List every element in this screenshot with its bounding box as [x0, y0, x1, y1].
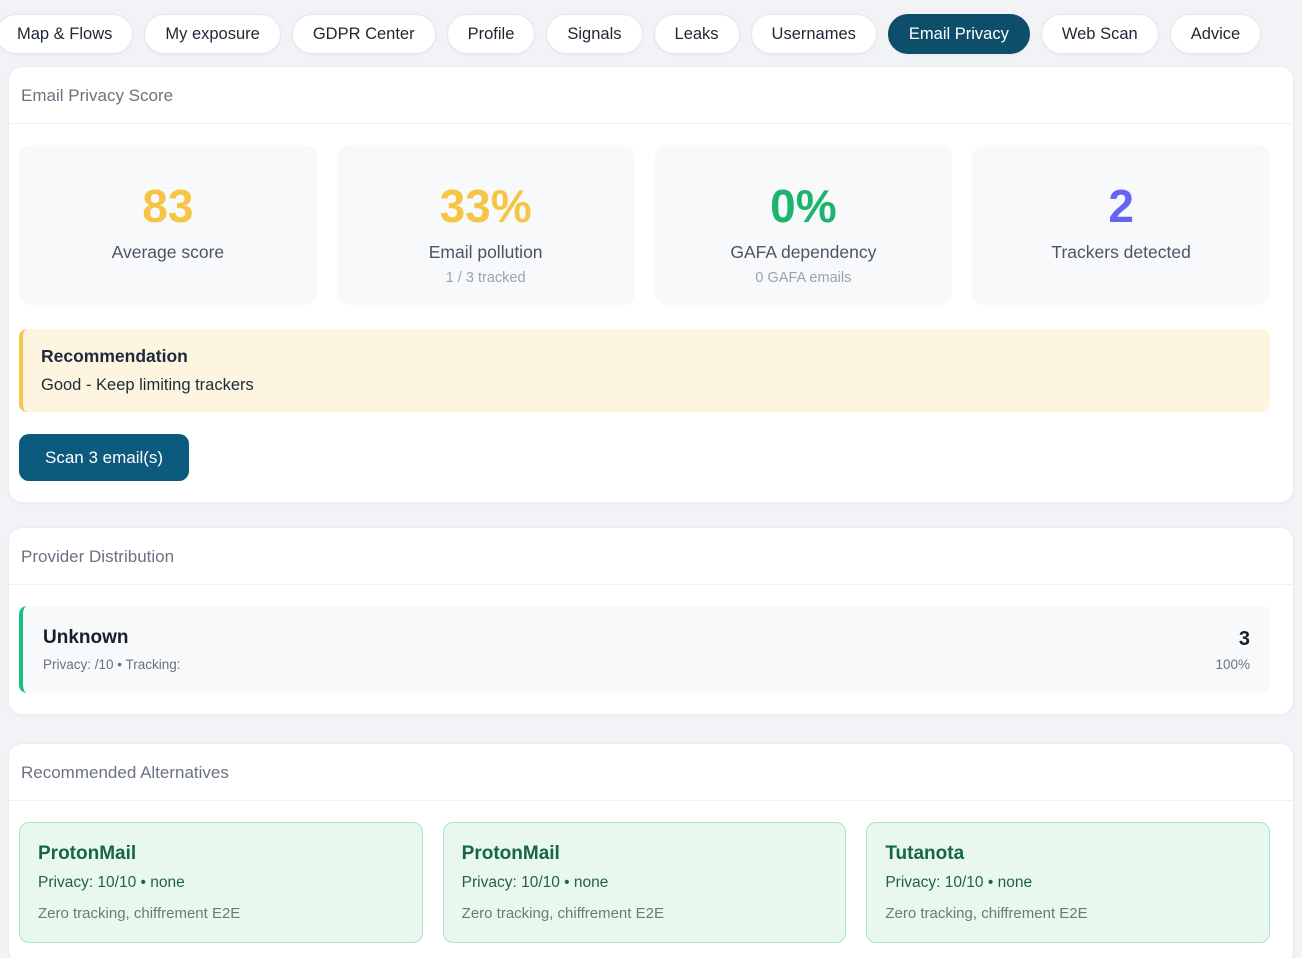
- recommendation-text: Good - Keep limiting trackers: [41, 376, 1252, 395]
- gafa-dependency-value: 0%: [655, 183, 953, 229]
- provider-details: Privacy: /10 • Tracking:: [43, 657, 181, 672]
- tab-bar: Map & Flows My exposure GDPR Center Prof…: [0, 0, 1302, 54]
- provider-row-left: Unknown Privacy: /10 • Tracking:: [43, 627, 181, 672]
- email-privacy-score-title: Email Privacy Score: [9, 67, 1293, 124]
- stat-card-gafa-dependency: 0% GAFA dependency 0 GAFA emails: [655, 145, 953, 305]
- trackers-detected-value: 2: [972, 183, 1270, 229]
- alternative-privacy: Privacy: 10/10 • none: [462, 874, 828, 892]
- provider-row-unknown: Unknown Privacy: /10 • Tracking: 3 100%: [19, 606, 1270, 693]
- email-privacy-score-card: Email Privacy Score 83 Average score 33%…: [8, 66, 1294, 503]
- alternative-card-protonmail-2: ProtonMail Privacy: 10/10 • none Zero tr…: [443, 822, 847, 943]
- average-score-value: 83: [19, 183, 317, 229]
- gafa-dependency-sub: 0 GAFA emails: [655, 270, 953, 286]
- recommended-alternatives-body: ProtonMail Privacy: 10/10 • none Zero tr…: [9, 801, 1293, 958]
- trackers-detected-label: Trackers detected: [972, 242, 1270, 263]
- alternative-privacy: Privacy: 10/10 • none: [885, 874, 1251, 892]
- tab-advice[interactable]: Advice: [1170, 14, 1262, 54]
- average-score-label: Average score: [19, 242, 317, 263]
- email-privacy-score-body: 83 Average score 33% Email pollution 1 /…: [9, 124, 1293, 502]
- email-pollution-label: Email pollution: [337, 242, 635, 263]
- recommendation-banner: Recommendation Good - Keep limiting trac…: [19, 329, 1270, 412]
- email-pollution-value: 33%: [337, 183, 635, 229]
- tab-usernames[interactable]: Usernames: [751, 14, 877, 54]
- tab-my-exposure[interactable]: My exposure: [144, 14, 280, 54]
- alternative-privacy: Privacy: 10/10 • none: [38, 874, 404, 892]
- alternative-description: Zero tracking, chiffrement E2E: [462, 905, 828, 922]
- provider-percent: 100%: [1215, 657, 1250, 672]
- alternative-name: ProtonMail: [462, 843, 828, 865]
- alternative-name: Tutanota: [885, 843, 1251, 865]
- alternative-description: Zero tracking, chiffrement E2E: [885, 905, 1251, 922]
- recommendation-title: Recommendation: [41, 346, 1252, 367]
- tab-web-scan[interactable]: Web Scan: [1041, 14, 1159, 54]
- scan-emails-button[interactable]: Scan 3 email(s): [19, 434, 189, 481]
- provider-row-right: 3 100%: [1215, 628, 1250, 672]
- recommended-alternatives-card: Recommended Alternatives ProtonMail Priv…: [8, 743, 1294, 958]
- provider-count: 3: [1215, 628, 1250, 651]
- tab-profile[interactable]: Profile: [447, 14, 536, 54]
- gafa-dependency-label: GAFA dependency: [655, 242, 953, 263]
- provider-name: Unknown: [43, 627, 181, 649]
- alternative-description: Zero tracking, chiffrement E2E: [38, 905, 404, 922]
- stat-card-trackers-detected: 2 Trackers detected: [972, 145, 1270, 305]
- alternatives-grid: ProtonMail Privacy: 10/10 • none Zero tr…: [19, 822, 1270, 943]
- recommended-alternatives-title: Recommended Alternatives: [9, 744, 1293, 801]
- tab-map-flows[interactable]: Map & Flows: [0, 14, 133, 54]
- alternative-card-protonmail-1: ProtonMail Privacy: 10/10 • none Zero tr…: [19, 822, 423, 943]
- provider-distribution-card: Provider Distribution Unknown Privacy: /…: [8, 527, 1294, 715]
- stat-card-email-pollution: 33% Email pollution 1 / 3 tracked: [337, 145, 635, 305]
- tab-signals[interactable]: Signals: [546, 14, 642, 54]
- provider-distribution-body: Unknown Privacy: /10 • Tracking: 3 100%: [9, 585, 1293, 714]
- alternative-card-tutanota: Tutanota Privacy: 10/10 • none Zero trac…: [866, 822, 1270, 943]
- provider-distribution-title: Provider Distribution: [9, 528, 1293, 585]
- email-pollution-sub: 1 / 3 tracked: [337, 270, 635, 286]
- stat-card-average-score: 83 Average score: [19, 145, 317, 305]
- score-stats-grid: 83 Average score 33% Email pollution 1 /…: [19, 145, 1270, 305]
- tab-leaks[interactable]: Leaks: [654, 14, 740, 54]
- tab-email-privacy[interactable]: Email Privacy: [888, 14, 1030, 54]
- tab-gdpr-center[interactable]: GDPR Center: [292, 14, 436, 54]
- alternative-name: ProtonMail: [38, 843, 404, 865]
